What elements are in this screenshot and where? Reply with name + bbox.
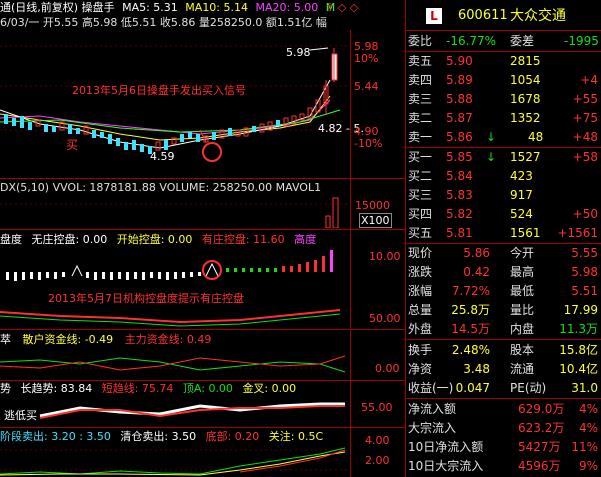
chart-title: 通(日线,前复权) 操盘手 <box>0 1 115 14</box>
trend-short: 短趋线: 75.74 <box>101 382 174 395</box>
stock-name: 大众交通 <box>510 8 566 24</box>
stage-clear: 清仓卖出: 3.50 <box>120 430 197 443</box>
y-label-mid: 5.44 <box>354 80 379 93</box>
sell-row[interactable]: 卖五 5.90 2815 <box>406 52 601 71</box>
fund-y-label: 0.00 <box>375 362 400 375</box>
nav-arrow-icon[interactable]: ⇧ <box>325 1 334 14</box>
weicha-value: -1995 <box>564 34 599 48</box>
control-peak-icon <box>71 264 83 277</box>
trend-top: 顶A: 0.00 <box>182 382 233 395</box>
trend-title: 势 <box>0 382 11 395</box>
control-header: 盘度 无庄控盘: 0.00 开始控盘: 0.00 有庄控盘: 11.60 高度 <box>0 233 316 246</box>
buy-signal-annotation: 2013年5月6日操盘手发出买入信号 <box>72 84 246 97</box>
fund-title: 萃 <box>0 333 11 346</box>
stage-sell: 阶段卖出: 3.20 : 3.50 <box>0 430 111 443</box>
stats-row: 现价 5.86 今开 5.55 <box>408 246 598 260</box>
fund-main: 主力资金线: 0.49 <box>124 333 212 346</box>
control-chart[interactable] <box>0 248 350 328</box>
weibi-row: 委比 -16.77% 委差 -1995 <box>406 32 601 51</box>
buy-row[interactable]: 买二 5.84 423 <box>406 167 601 186</box>
trend-chart[interactable] <box>0 396 350 426</box>
chart-info-line: 6/03/一 开5.55 高5.98 低5.51 收5.86 量258250.0… <box>0 16 327 29</box>
trend-y-axis: 55.00 <box>350 381 406 427</box>
sell-row[interactable]: 卖三 5.88 1678 +55 <box>406 90 601 109</box>
buy-signal-circle-icon <box>202 142 222 162</box>
chart-nav-icons[interactable]: ⇧ ◇ ◇ <box>325 1 358 14</box>
volume-unit-label: X100 <box>359 213 392 228</box>
volume-chart[interactable] <box>0 196 350 228</box>
stage-watch: 关注: 0.5C <box>268 430 324 443</box>
trend-header: 势 长趋势: 83.84 短趋线: 75.74 顶A: 0.00 金叉: 0.0… <box>0 382 296 395</box>
weibi-value: -16.77% <box>446 34 497 48</box>
trend-long: 长趋势: 83.84 <box>20 382 93 395</box>
stats-row: 涨跌 0.42 最高 5.98 <box>408 265 598 279</box>
volume-y-axis: 15000 X100 <box>350 179 406 229</box>
weibi-label: 委比 <box>408 34 433 48</box>
quote-panel: L 600611 大众交通 委比 -16.77% 委差 -1995 卖五 5.9… <box>405 0 601 477</box>
quote-title-row: L 600611 大众交通 <box>406 4 601 28</box>
flow-row: 10日大宗流入 4596万 9% <box>408 459 598 473</box>
flow-row: 10日净流入额 5427万 11% <box>408 440 598 454</box>
control-title: 盘度 <box>0 233 22 246</box>
y-label-pct-down: -10% <box>354 137 383 150</box>
fund-chart[interactable] <box>0 348 350 378</box>
chart-header: 通(日线,前复权) 操盘手 MA5: 5.31 MA10: 5.14 MA20:… <box>0 1 335 14</box>
stock-code: 600611 <box>458 8 508 23</box>
control-start: 开始控盘: 0.00 <box>116 233 193 246</box>
stats-row: 总量 25.8万 量比 17.99 <box>408 303 598 317</box>
control-y-label-bottom: 50.00 <box>369 312 401 325</box>
buy-row[interactable]: 买三 5.83 917 <box>406 186 601 205</box>
stats2-row: 净资 3.48 流通 10.4亿 <box>408 362 598 376</box>
control-annotation: 2013年5月7日机构控盘度提示有庄控盘 <box>48 292 244 305</box>
buy-row[interactable]: 买四 5.82 524 +50 <box>406 205 601 224</box>
ma20-value: MA20: 5.00 <box>255 1 319 14</box>
sell-row[interactable]: 卖四 5.89 1054 +4 <box>406 71 601 90</box>
flow-row: 净流入额 629.0万 4% <box>408 402 598 416</box>
stats2-row: 收益(一) 0.047 PE(动) 31.0 <box>408 381 598 395</box>
weicha-label: 委差 <box>510 34 535 48</box>
buy-row[interactable]: 买五 5.81 1561 +1561 <box>406 224 601 243</box>
l2-badge[interactable]: L <box>426 8 442 24</box>
fund-y-axis: 0.00 <box>350 330 406 380</box>
fund-header: 萃 散户资金线: -0.49 主力资金线: 0.49 <box>0 333 211 346</box>
nav-square-icon[interactable]: ◇ <box>350 1 358 14</box>
control-none: 无庄控盘: 0.00 <box>31 233 108 246</box>
main-candle-chart[interactable] <box>0 30 405 177</box>
stage-y-label-bottom: 2.00 <box>365 454 390 467</box>
y-label-pct-up: 10% <box>354 52 379 65</box>
volume-y-label: 15000 <box>355 199 390 212</box>
fund-retail: 散户资金线: -0.49 <box>22 333 114 346</box>
stage-y-label-top: 4.00 <box>365 434 390 447</box>
buy-row[interactable]: 买一 5.85 ↓ 1527 +58 <box>406 148 601 167</box>
ma10-value: MA10: 5.14 <box>185 1 249 14</box>
volume-header: DX(5,10) VVOL: 1878181.88 VOLUME: 258250… <box>0 181 322 194</box>
chart-area[interactable]: 通(日线,前复权) 操盘手 MA5: 5.31 MA10: 5.14 MA20:… <box>0 0 405 477</box>
stage-header: 阶段卖出: 3.20 : 3.50 清仓卖出: 3.50 底部: 0.20 关注… <box>0 430 323 443</box>
nav-diamond-icon[interactable]: ◇ <box>338 1 346 14</box>
main-y-axis: 5.98 10% 5.44 4.90 -10% <box>350 30 406 180</box>
sell-row[interactable]: 卖一 5.86 ↓ 48 +48 <box>406 128 601 147</box>
high-price-label: 5.98 <box>286 46 311 59</box>
stats-row: 涨幅 7.72% 最低 5.51 <box>408 284 598 298</box>
ma5-value: MA5: 5.31 <box>122 1 178 14</box>
control-y-axis: 10.00 50.00 <box>350 230 406 328</box>
low-price-label: 4.59 <box>150 150 175 163</box>
flow-row: 大宗流入 623.2万 4% <box>408 421 598 435</box>
sell-row[interactable]: 卖二 5.87 1352 +75 <box>406 109 601 128</box>
down-arrow-icon: ↓ <box>486 130 497 144</box>
control-y-label-top: 10.00 <box>369 250 401 263</box>
trend-y-label: 55.00 <box>361 401 393 414</box>
control-has: 有庄控盘: 11.60 <box>201 233 285 246</box>
control-high: 高度 <box>294 233 317 246</box>
stats2-row: 换手 2.48% 股本 15.8亿 <box>408 343 598 357</box>
trend-cross: 金叉: 0.00 <box>242 382 297 395</box>
buy-label: 买 <box>66 138 79 152</box>
stats-row: 外盘 14.5万 内盘 11.3万 <box>408 322 598 336</box>
down-arrow-icon: ↓ <box>486 150 497 164</box>
stage-chart[interactable] <box>0 444 350 477</box>
stage-bottom: 底部: 0.20 <box>205 430 260 443</box>
stage-y-axis: 4.00 2.00 <box>350 428 406 477</box>
candles <box>4 48 338 154</box>
